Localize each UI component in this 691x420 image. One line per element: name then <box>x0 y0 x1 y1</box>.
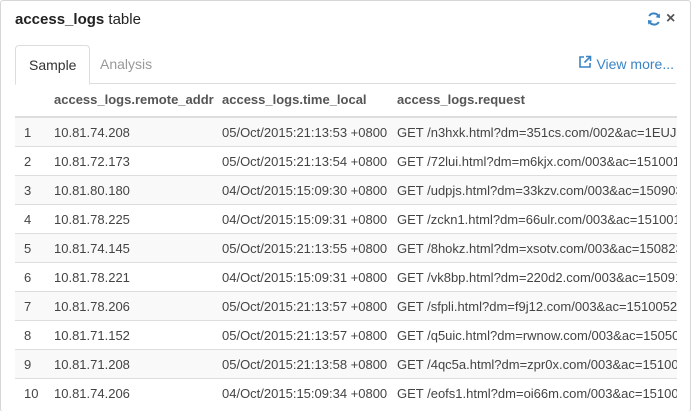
cell-time-local: 05/Oct/2015:21:13:57 +0800 <box>215 320 390 350</box>
cell-time-local: 04/Oct/2015:15:09:31 +0800 <box>215 204 390 234</box>
table-row[interactable]: 1 10.81.74.208 05/Oct/2015:21:13:53 +0800 G… <box>15 116 677 147</box>
table-row[interactable]: 10 10.81.74.206 04/Oct/2015:15:09:34 +0800… <box>15 378 677 407</box>
cell-remote-addr: 10.81.78.206 <box>47 291 215 321</box>
cell-time-local: 04/Oct/2015:15:09:34 +0800 <box>215 378 390 407</box>
cell-request: GET /72lui.html?dm=m6kjx.com/003&ac=1510… <box>390 146 677 176</box>
row-index: 10 <box>15 378 47 407</box>
cell-request: GET /8hokz.html?dm=xsotv.com/003&ac=1508… <box>390 233 677 263</box>
cell-time-local: 05/Oct/2015:21:13:58 +0800 <box>215 349 390 379</box>
close-icon[interactable]: × <box>666 10 680 28</box>
view-more-label: View more... <box>596 55 674 72</box>
column-header-time-local[interactable]: access_logs.time_local <box>215 83 390 118</box>
cell-remote-addr: 10.81.71.152 <box>47 320 215 350</box>
cell-request: GET /vk8bp.html?dm=220d2.com/003&ac=1509… <box>390 262 677 292</box>
cell-remote-addr: 10.81.80.180 <box>47 175 215 205</box>
table-row[interactable]: 7 10.81.78.206 05/Oct/2015:21:13:57 +0800 G… <box>15 291 677 321</box>
table-row[interactable]: 2 10.81.72.173 05/Oct/2015:21:13:54 +0800 G… <box>15 146 677 176</box>
sample-table: access_logs.remote_addr access_logs.time… <box>15 83 677 407</box>
cell-request: GET /q5uic.html?dm=rwnow.com/003&ac=1505… <box>390 320 677 350</box>
column-header-remote-addr[interactable]: access_logs.remote_addr <box>47 83 215 118</box>
row-index: 3 <box>15 175 47 205</box>
column-header-request[interactable]: access_logs.request <box>390 83 677 118</box>
table-row[interactable]: 5 10.81.74.145 05/Oct/2015:21:13:55 +0800 G… <box>15 233 677 263</box>
row-index: 4 <box>15 204 47 234</box>
row-index: 8 <box>15 320 47 350</box>
cell-request: GET /eofs1.html?dm=oi66m.com/003&ac=1510… <box>390 378 677 407</box>
table-name: access_logs <box>15 11 105 28</box>
refresh-icon[interactable] <box>646 11 662 27</box>
sample-table-container[interactable]: access_logs.remote_addr access_logs.time… <box>15 83 677 407</box>
cell-request: GET /sfpli.html?dm=f9j12.com/003&ac=1510… <box>390 291 677 321</box>
column-header-index <box>15 83 47 118</box>
table-row[interactable]: 6 10.81.78.221 04/Oct/2015:15:09:31 +0800 G… <box>15 262 677 292</box>
external-link-icon <box>578 55 596 72</box>
tab-sample[interactable]: Sample <box>15 45 91 85</box>
tab-analysis[interactable]: Analysis <box>87 45 165 82</box>
cell-request: GET /zckn1.html?dm=66ulr.com/003&ac=1510… <box>390 204 677 234</box>
table-row[interactable]: 3 10.81.80.180 04/Oct/2015:15:09:30 +0800 G… <box>15 175 677 205</box>
cell-remote-addr: 10.81.71.208 <box>47 349 215 379</box>
row-index: 1 <box>15 116 47 147</box>
table-row[interactable]: 8 10.81.71.152 05/Oct/2015:21:13:57 +0800 G… <box>15 320 677 350</box>
cell-time-local: 05/Oct/2015:21:13:57 +0800 <box>215 291 390 321</box>
row-index: 5 <box>15 233 47 263</box>
row-index: 2 <box>15 146 47 176</box>
table-row[interactable]: 9 10.81.71.208 05/Oct/2015:21:13:58 +0800 G… <box>15 349 677 379</box>
row-index: 9 <box>15 349 47 379</box>
panel-title: access_logs table <box>15 11 141 28</box>
panel-header: access_logs table × <box>1 1 690 39</box>
view-more-link[interactable]: View more... <box>578 55 674 72</box>
cell-remote-addr: 10.81.78.225 <box>47 204 215 234</box>
cell-time-local: 04/Oct/2015:15:09:30 +0800 <box>215 175 390 205</box>
cell-remote-addr: 10.81.72.173 <box>47 146 215 176</box>
tab-bar: Sample Analysis <box>15 45 676 85</box>
cell-remote-addr: 10.81.74.208 <box>47 116 215 147</box>
cell-time-local: 05/Oct/2015:21:13:53 +0800 <box>215 116 390 147</box>
row-index: 6 <box>15 262 47 292</box>
cell-remote-addr: 10.81.74.145 <box>47 233 215 263</box>
table-row[interactable]: 4 10.81.78.225 04/Oct/2015:15:09:31 +0800 G… <box>15 204 677 234</box>
table-label: table <box>108 11 141 28</box>
cell-remote-addr: 10.81.74.206 <box>47 378 215 407</box>
horizontal-scrollbar[interactable] <box>0 411 691 420</box>
cell-time-local: 05/Oct/2015:21:13:55 +0800 <box>215 233 390 263</box>
cell-time-local: 05/Oct/2015:21:13:54 +0800 <box>215 146 390 176</box>
cell-time-local: 04/Oct/2015:15:09:31 +0800 <box>215 262 390 292</box>
table-preview-panel: access_logs table × Sample Analysis View… <box>0 0 691 412</box>
cell-remote-addr: 10.81.78.221 <box>47 262 215 292</box>
cell-request: GET /udpjs.html?dm=33kzv.com/003&ac=1509… <box>390 175 677 205</box>
row-index: 7 <box>15 291 47 321</box>
cell-request: GET /n3hxk.html?dm=351cs.com/002&ac=1EUJ <box>390 116 677 147</box>
table-header-row: access_logs.remote_addr access_logs.time… <box>15 83 677 118</box>
cell-request: GET /4qc5a.html?dm=zpr0x.com/003&ac=1510… <box>390 349 677 379</box>
